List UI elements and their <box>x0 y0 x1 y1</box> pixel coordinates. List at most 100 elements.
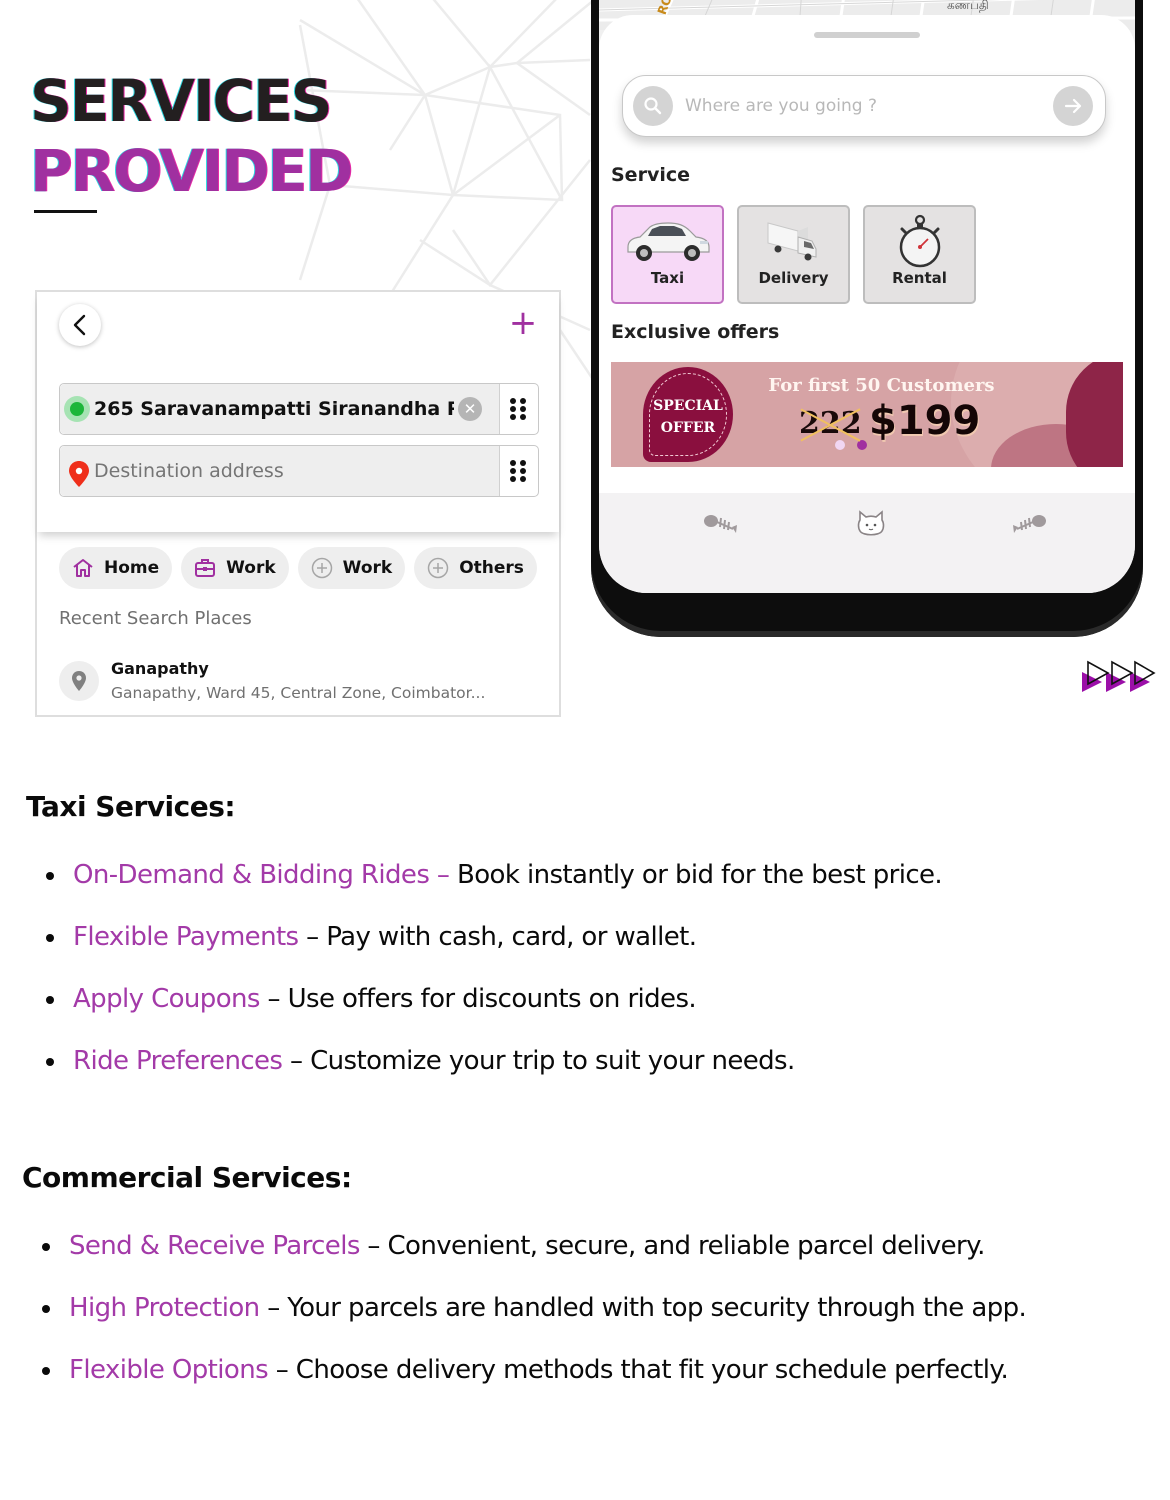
pickup-row: ✕ <box>59 383 539 435</box>
phone-screen: RO கணபதி Service <box>599 0 1135 593</box>
title-underline <box>34 210 97 213</box>
carousel-dot[interactable] <box>835 440 845 450</box>
service-name: Rental <box>892 269 947 287</box>
carousel-indicator <box>835 440 867 450</box>
taxi-services-list: On-Demand & Bidding Rides – Book instant… <box>46 855 943 1103</box>
search-go-button[interactable] <box>1053 86 1093 126</box>
commercial-services-list: Send & Receive Parcels – Convenient, sec… <box>42 1226 1027 1412</box>
chip-work[interactable]: Work <box>181 547 289 589</box>
plus-icon: + <box>508 303 538 343</box>
chip-label: Others <box>459 558 524 578</box>
item-text: – Your parcels are handled with top secu… <box>259 1293 1027 1323</box>
page-title: SERVICES PROVIDED <box>30 66 353 206</box>
list-item: Ride Preferences – Customize your trip t… <box>46 1041 942 1103</box>
list-item: On-Demand & Bidding Rides – Book instant… <box>46 855 943 917</box>
search-icon <box>633 86 673 126</box>
destination-search-bar[interactable] <box>622 75 1106 137</box>
arrow-right-icon <box>1064 98 1082 114</box>
location-pin-icon <box>59 661 99 701</box>
list-item: Apply Coupons – Use offers for discounts… <box>46 979 942 1041</box>
list-item: Send & Receive Parcels – Convenient, sec… <box>42 1226 1026 1288</box>
map-area-label: கணபதி <box>947 0 989 12</box>
recent-place-item[interactable]: Ganapathy Ganapathy, Ward 45, Central Zo… <box>59 657 539 707</box>
bottom-navigation <box>599 493 1135 593</box>
destination-input[interactable] <box>94 460 454 482</box>
close-icon: ✕ <box>463 400 477 418</box>
chevron-left-icon <box>73 314 86 336</box>
item-highlight: Ride Preferences <box>73 1046 283 1076</box>
offer-banner[interactable]: SPECIAL OFFER For first 50 Customers 222… <box>611 362 1123 467</box>
pickup-field[interactable]: ✕ <box>60 384 500 434</box>
service-tile-taxi[interactable]: Taxi <box>611 205 724 304</box>
badge-line1: SPECIAL <box>653 398 723 414</box>
chip-label: Work <box>226 558 276 578</box>
home-icon <box>73 559 93 577</box>
chip-label: Home <box>104 558 160 578</box>
pickup-dot-icon <box>64 396 90 422</box>
title-line-provided: PROVIDED <box>30 137 353 205</box>
offer-headline: For first 50 Customers <box>768 375 995 396</box>
destination-search-input[interactable] <box>685 90 1045 122</box>
clear-pickup-button[interactable]: ✕ <box>458 397 482 421</box>
item-highlight: On-Demand & Bidding Rides – <box>73 860 450 890</box>
triple-arrow-icon <box>1082 660 1156 692</box>
saved-place-chips: Home Work Work Others <box>59 547 537 589</box>
item-text: – Customize your trip to suit your needs… <box>282 1046 795 1076</box>
item-text: Book instantly or bid for the best price… <box>449 860 943 890</box>
sheet-drag-handle[interactable] <box>814 32 920 38</box>
service-tile-rental[interactable]: Rental <box>863 205 976 304</box>
map-pin-red-icon <box>69 461 89 487</box>
service-heading: Service <box>611 164 690 186</box>
service-name: Delivery <box>758 269 829 287</box>
chip-add-others[interactable]: Others <box>414 547 537 589</box>
exclusive-offers-heading: Exclusive offers <box>611 321 780 343</box>
item-text: – Choose delivery methods that fit your … <box>268 1355 1009 1385</box>
pickup-input[interactable] <box>94 398 454 420</box>
service-tile-delivery[interactable]: Delivery <box>737 205 850 304</box>
item-text: – Use offers for discounts on rides. <box>259 984 697 1014</box>
item-text: – Pay with cash, card, or wallet. <box>298 922 697 952</box>
service-tiles: Taxi Delivery Rental <box>611 205 976 304</box>
title-line-services: SERVICES <box>30 67 332 135</box>
bottom-sheet: Service Taxi <box>599 15 1135 535</box>
offer-old-price: 222 <box>799 406 862 441</box>
recent-search-label: Recent Search Places <box>59 608 252 629</box>
destination-field[interactable] <box>60 446 500 496</box>
briefcase-icon <box>195 559 216 577</box>
back-button[interactable] <box>59 304 101 346</box>
car-icon <box>613 213 722 269</box>
item-text: – Convenient, secure, and reliable parce… <box>359 1231 985 1261</box>
drag-handle-icon[interactable] <box>510 398 526 420</box>
commercial-services-heading: Commercial Services: <box>22 1161 352 1194</box>
plus-circle-icon <box>427 557 449 579</box>
item-highlight: Flexible Options <box>69 1355 269 1385</box>
offer-new-price: $199 <box>869 398 981 444</box>
list-item: Flexible Options – Choose delivery metho… <box>42 1350 1026 1412</box>
stopwatch-icon <box>865 213 974 269</box>
item-highlight: Send & Receive Parcels <box>69 1231 360 1261</box>
drag-handle-icon[interactable] <box>510 460 526 482</box>
taxi-services-heading: Taxi Services: <box>26 790 236 823</box>
item-highlight: High Protection <box>69 1293 260 1323</box>
chip-label: Work <box>342 558 393 578</box>
address-input-panel: + ✕ <box>37 292 559 532</box>
destination-row <box>59 445 539 497</box>
item-highlight: Flexible Payments <box>73 922 299 952</box>
badge-line2: OFFER <box>660 420 716 436</box>
item-highlight: Apply Coupons <box>73 984 260 1014</box>
plus-circle-icon <box>311 557 332 579</box>
add-stop-button[interactable]: + <box>507 303 539 343</box>
cat-face-icon[interactable] <box>851 509 891 539</box>
fish-bone-left-icon[interactable] <box>701 509 741 539</box>
recent-place-address: Ganapathy, Ward 45, Central Zone, Coimba… <box>111 684 486 702</box>
address-search-card: + ✕ Home Work Wo <box>35 290 561 717</box>
service-name: Taxi <box>650 269 685 287</box>
phone-mockup: RO கணபதி Service <box>591 0 1143 637</box>
truck-icon <box>739 213 848 269</box>
list-item: High Protection – Your parcels are handl… <box>42 1288 1027 1350</box>
chip-add-work[interactable]: Work <box>297 547 406 589</box>
list-item: Flexible Payments – Pay with cash, card,… <box>46 917 942 979</box>
fish-bone-right-icon[interactable] <box>1009 509 1049 539</box>
special-offer-badge-text: SPECIAL OFFER <box>643 395 733 439</box>
chip-home[interactable]: Home <box>59 547 173 589</box>
